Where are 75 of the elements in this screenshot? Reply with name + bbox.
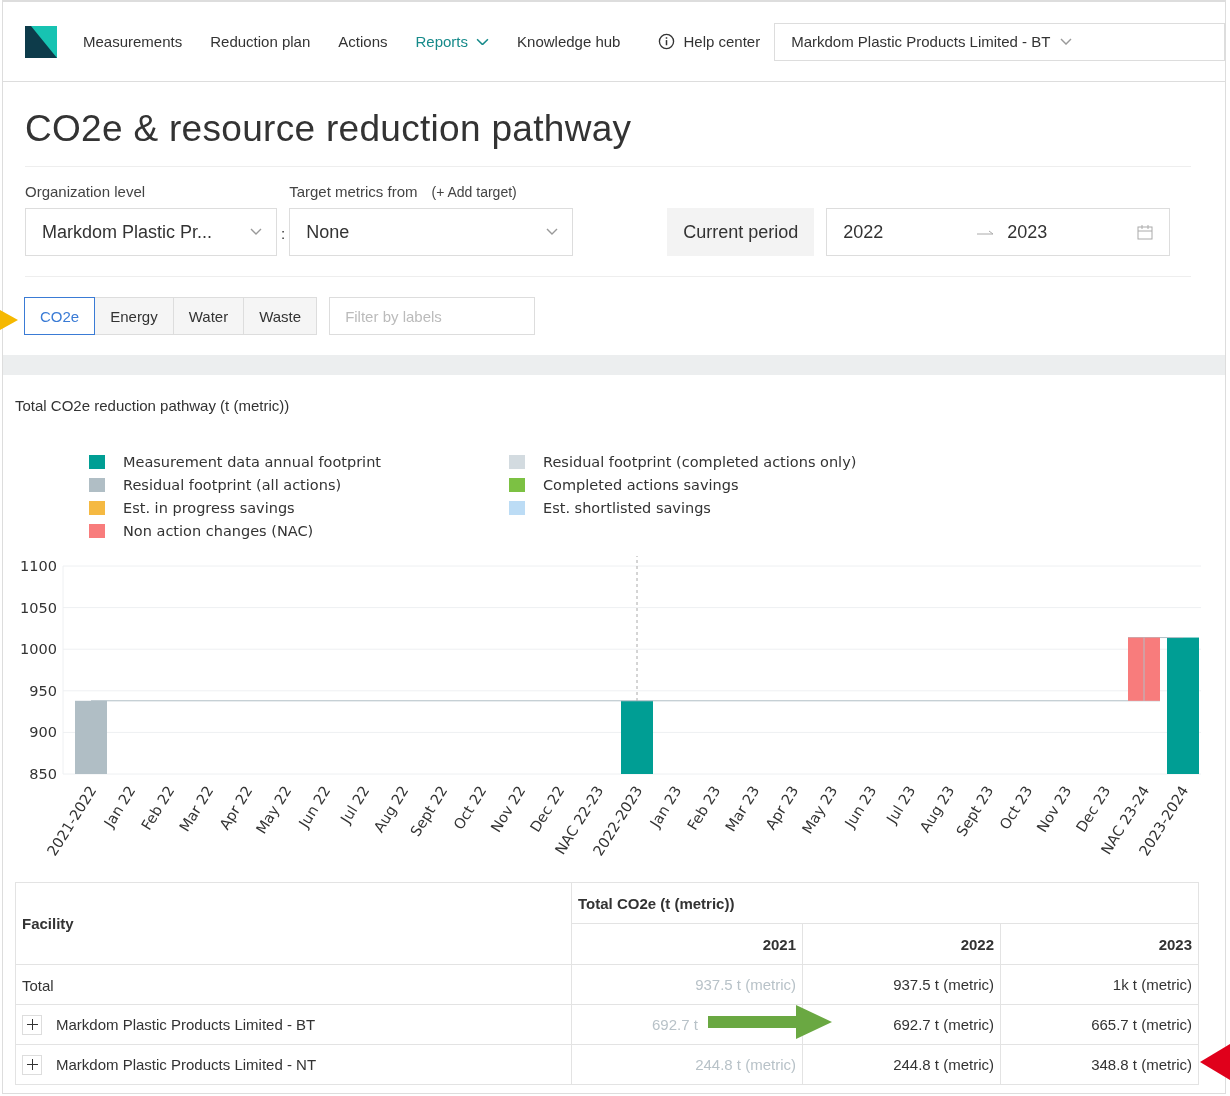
plus-icon	[26, 1059, 38, 1070]
organization-level-select[interactable]: Markdom Plastic Pr...	[25, 208, 277, 256]
legend-item[interactable]: Non action changes (NAC)	[89, 519, 509, 542]
nav-link[interactable]: Measurements	[83, 33, 183, 50]
axis-tick-label: 1050	[20, 599, 57, 616]
nav-link[interactable]: Reports	[415, 33, 490, 50]
legend-item[interactable]: Est. in progress savings	[89, 496, 509, 519]
metric-tab[interactable]: Energy	[94, 297, 174, 335]
axis-category-label: Feb 22	[138, 783, 178, 833]
axis-category-label: Jun 23	[841, 783, 880, 831]
date-range-field[interactable]: 2022 2023	[826, 208, 1171, 256]
facility-cell: Markdom Plastic Products Limited - NT	[15, 1044, 572, 1085]
column-header: Facility	[15, 882, 572, 965]
value-cell: 1k t (metric)	[1000, 964, 1199, 1005]
arrow-icon	[708, 1005, 832, 1039]
axis-category-label: Jul 22	[337, 783, 373, 826]
axis-category-label: Jun 22	[295, 783, 334, 831]
metric-tab[interactable]: Water	[172, 297, 245, 335]
axis-category-label: Oct 23	[996, 783, 1036, 833]
axis-tick-label: 900	[29, 724, 57, 741]
value-cell: 665.7 t (metric)	[1000, 1004, 1199, 1045]
axis-category-label: Oct 22	[450, 783, 490, 833]
metric-tab[interactable]: CO2e	[24, 297, 96, 335]
value-cell: 937.5 t (metric)	[571, 964, 803, 1005]
value-cell: 244.8 t (metric)	[571, 1044, 803, 1085]
expand-button[interactable]	[22, 1014, 42, 1035]
facility-cell: Total	[15, 964, 572, 1005]
legend-item[interactable]: Completed actions savings	[509, 473, 929, 496]
column-group-header: Total CO2e (t (metric))	[571, 882, 1199, 924]
page-title: CO2e & resource reduction pathway	[25, 82, 1191, 167]
separator-text: :	[280, 225, 287, 244]
help-link[interactable]: Help center	[658, 33, 761, 50]
legend-item[interactable]: Measurement data annual footprint	[89, 450, 509, 473]
axis-tick-label: 950	[29, 682, 57, 699]
column-header: 2023	[1000, 923, 1199, 965]
axis-category-label: Jan 23	[646, 783, 685, 831]
add-target-link[interactable]: (+ Add target)	[431, 184, 517, 200]
chevron-down-icon	[1060, 37, 1073, 46]
logo-icon[interactable]	[25, 25, 57, 58]
label-filter-field[interactable]: Filter by labels	[329, 297, 536, 335]
current-period-button[interactable]: Current period	[667, 208, 815, 256]
nav-link[interactable]: Knowledge hub	[517, 33, 621, 50]
organization-select[interactable]: Markdom Plastic Products Limited - BT	[774, 22, 1225, 61]
axis-category-label: Jan 22	[100, 783, 139, 831]
axis-category-label: Feb 23	[684, 783, 724, 833]
arrow-icon	[1200, 1044, 1230, 1080]
info-icon	[658, 33, 676, 50]
axis-tick-label: 850	[29, 766, 57, 782]
plus-icon	[26, 1019, 38, 1030]
arrow-right-icon	[977, 228, 996, 236]
value-cell: 244.8 t (metric)	[802, 1044, 1001, 1085]
axis-tick-label: 1000	[20, 641, 57, 658]
chart-title: Total CO2e reduction pathway (t (metric))	[15, 397, 291, 414]
expand-button[interactable]	[22, 1054, 42, 1075]
field-label: Organization level	[25, 183, 147, 200]
metric-tab[interactable]: Waste	[243, 297, 318, 335]
axis-tick-label: 1100	[20, 558, 57, 574]
legend-item[interactable]: Residual footprint (completed actions only)	[509, 450, 929, 473]
chevron-down-icon	[250, 228, 262, 236]
axis-category-label: Jul 23	[883, 783, 919, 826]
target-metrics-select[interactable]: None	[289, 208, 574, 256]
legend-item[interactable]: Residual footprint (all actions)	[89, 473, 509, 496]
legend-item[interactable]: Est. shortlisted savings	[509, 496, 929, 519]
column-header: 2021	[571, 923, 803, 965]
column-header: 2022	[802, 923, 1001, 965]
chevron-down-icon	[546, 228, 559, 236]
facility-cell: Markdom Plastic Products Limited - BT	[15, 1004, 572, 1045]
field-label: Target metrics from	[289, 183, 418, 200]
calendar-icon	[1137, 224, 1154, 240]
arrow-icon	[0, 310, 18, 330]
nac-bar-drawing	[1128, 637, 1160, 702]
value-cell: 348.8 t (metric)	[1000, 1044, 1199, 1085]
nav-link[interactable]: Actions	[338, 33, 388, 50]
value-cell: 937.5 t (metric)	[802, 964, 1001, 1005]
nav-link[interactable]: Reduction plan	[210, 33, 311, 50]
